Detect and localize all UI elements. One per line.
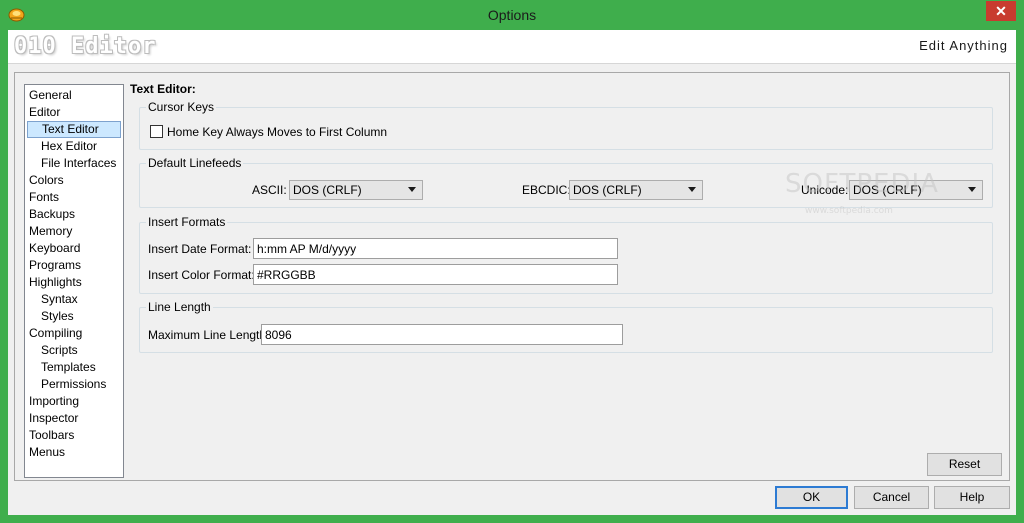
default-linefeeds-group: Default Linefeeds ASCII: DOS (CRLF) EBCD… — [139, 156, 993, 208]
nav-item-menus[interactable]: Menus — [25, 444, 123, 461]
nav-item-backups[interactable]: Backups — [25, 206, 123, 223]
insert-date-format-label: Insert Date Format: — [148, 242, 252, 256]
nav-item-keyboard[interactable]: Keyboard — [25, 240, 123, 257]
window-titlebar[interactable]: Options ✕ — [0, 0, 1024, 30]
close-button[interactable]: ✕ — [986, 1, 1016, 21]
unicode-linefeed-value: DOS (CRLF) — [853, 183, 922, 197]
nav-item-importing[interactable]: Importing — [25, 393, 123, 410]
insert-color-format-input[interactable]: #RRGGBB — [253, 264, 618, 285]
nav-item-general[interactable]: General — [25, 87, 123, 104]
ebcdic-label: EBCDIC: — [522, 183, 571, 197]
brand-tagline: Edit Anything — [919, 38, 1008, 53]
window-title: Options — [487, 7, 537, 23]
nav-item-inspector[interactable]: Inspector — [25, 410, 123, 427]
ascii-linefeed-select[interactable]: DOS (CRLF) — [289, 180, 423, 200]
close-icon: ✕ — [995, 3, 1007, 19]
home-key-label[interactable]: Home Key Always Moves to First Column — [167, 125, 387, 139]
chevron-down-icon — [408, 187, 416, 192]
nav-item-file-interfaces[interactable]: File Interfaces — [25, 155, 123, 172]
line-length-group: Line Length Maximum Line Length: 8096 — [139, 300, 993, 353]
nav-item-programs[interactable]: Programs — [25, 257, 123, 274]
options-dialog: 010 Editor Edit Anything General Editor … — [8, 30, 1016, 515]
home-key-checkbox[interactable] — [150, 125, 163, 138]
nav-item-hex-editor[interactable]: Hex Editor — [25, 138, 123, 155]
chevron-down-icon — [688, 187, 696, 192]
insert-formats-group: Insert Formats Insert Date Format: h:mm … — [139, 215, 993, 294]
nav-item-styles[interactable]: Styles — [25, 308, 123, 325]
nav-item-compiling[interactable]: Compiling — [25, 325, 123, 342]
line-length-legend: Line Length — [146, 300, 213, 314]
cancel-button[interactable]: Cancel — [854, 486, 929, 509]
ascii-label: ASCII: — [252, 183, 287, 197]
ebcdic-linefeed-value: DOS (CRLF) — [573, 183, 642, 197]
nav-item-editor[interactable]: Editor — [25, 104, 123, 121]
ebcdic-linefeed-select[interactable]: DOS (CRLF) — [569, 180, 703, 200]
nav-item-fonts[interactable]: Fonts — [25, 189, 123, 206]
dialog-header: 010 Editor Edit Anything — [8, 30, 1016, 64]
nav-item-memory[interactable]: Memory — [25, 223, 123, 240]
nav-item-scripts[interactable]: Scripts — [25, 342, 123, 359]
brand-logo: 010 Editor — [14, 34, 157, 59]
nav-item-colors[interactable]: Colors — [25, 172, 123, 189]
chevron-down-icon — [968, 187, 976, 192]
nav-item-syntax[interactable]: Syntax — [25, 291, 123, 308]
nav-item-permissions[interactable]: Permissions — [25, 376, 123, 393]
cursor-keys-legend: Cursor Keys — [146, 100, 217, 114]
nav-item-text-editor[interactable]: Text Editor — [27, 121, 121, 138]
nav-item-toolbars[interactable]: Toolbars — [25, 427, 123, 444]
unicode-label: Unicode: — [801, 183, 849, 197]
insert-formats-legend: Insert Formats — [146, 215, 228, 229]
cursor-keys-group: Cursor Keys Home Key Always Moves to Fir… — [139, 100, 993, 150]
ok-button[interactable]: OK — [775, 486, 848, 509]
insert-date-format-input[interactable]: h:mm AP M/d/yyyy — [253, 238, 618, 259]
default-linefeeds-legend: Default Linefeeds — [146, 156, 244, 170]
max-line-length-label: Maximum Line Length: — [148, 328, 270, 342]
ascii-linefeed-value: DOS (CRLF) — [293, 183, 362, 197]
unicode-linefeed-select[interactable]: DOS (CRLF) — [849, 180, 983, 200]
options-category-list[interactable]: General Editor Text Editor Hex Editor Fi… — [24, 84, 124, 478]
insert-color-format-label: Insert Color Format: — [148, 268, 255, 282]
nav-item-templates[interactable]: Templates — [25, 359, 123, 376]
nav-item-highlights[interactable]: Highlights — [25, 274, 123, 291]
reset-button[interactable]: Reset — [927, 453, 1002, 476]
options-panel: General Editor Text Editor Hex Editor Fi… — [14, 72, 1010, 481]
help-button[interactable]: Help — [934, 486, 1010, 509]
max-line-length-input[interactable]: 8096 — [261, 324, 623, 345]
section-title: Text Editor: — [130, 82, 196, 96]
